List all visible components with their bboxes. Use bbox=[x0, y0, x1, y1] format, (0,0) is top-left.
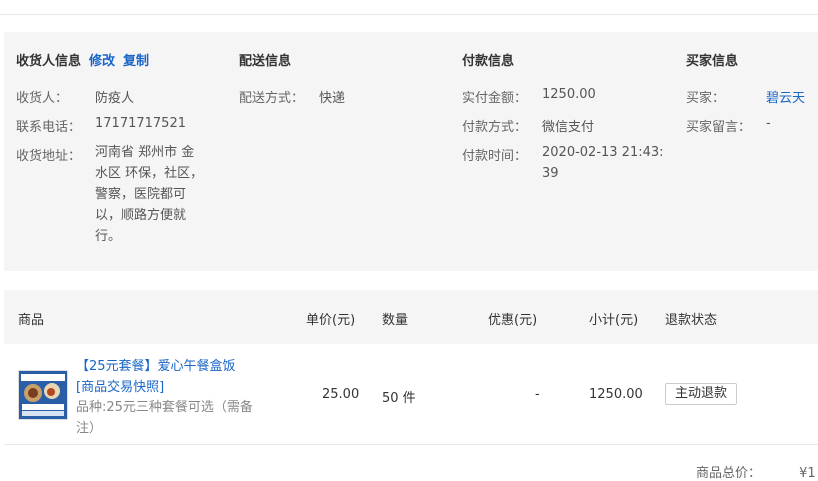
product-title-link[interactable]: 【25元套餐】爱心午餐盒饭 bbox=[76, 359, 236, 374]
quantity-value: 50 件 bbox=[382, 391, 416, 406]
copy-receiver-link[interactable]: 复制 bbox=[123, 54, 149, 69]
receiver-name-label: 收货人： bbox=[16, 91, 69, 106]
receiver-info-title: 收货人信息 bbox=[16, 54, 82, 69]
header-subtotal: 小计(元) bbox=[589, 313, 639, 328]
receiver-name-value: 防疫人 bbox=[95, 91, 135, 106]
discount-value: - bbox=[535, 387, 540, 402]
delivery-method-label: 配送方式： bbox=[239, 91, 305, 106]
header-product: 商品 bbox=[18, 313, 45, 328]
product-spec: 品种:25元三种套餐可选（需备注） bbox=[76, 400, 253, 436]
header-refund-status: 退款状态 bbox=[665, 313, 718, 328]
subtotal-value: 1250.00 bbox=[589, 387, 643, 402]
order-total-row: 商品总价： ¥1 bbox=[696, 462, 816, 481]
order-info-panel: 收货人信息 修改 复制 收货人： 防疫人 联系电话： 17171717521 收货地… bbox=[4, 32, 818, 271]
payment-method-label: 付款方式： bbox=[462, 120, 528, 135]
total-value: ¥1 bbox=[799, 466, 816, 481]
buyer-name-link[interactable]: 碧云天 bbox=[766, 87, 805, 106]
receiver-phone-value: 17171717521 bbox=[95, 116, 186, 131]
receiver-phone-label: 联系电话： bbox=[16, 120, 82, 135]
unit-price-value: 25.00 bbox=[322, 387, 360, 402]
edit-receiver-link[interactable]: 修改 bbox=[89, 54, 115, 69]
payment-time-label: 付款时间： bbox=[462, 149, 528, 164]
product-thumbnail[interactable] bbox=[18, 370, 68, 420]
product-image bbox=[19, 371, 67, 419]
payment-amount-value: 1250.00 bbox=[542, 87, 596, 102]
table-row: 【25元套餐】爱心午餐盒饭 [商品交易快照] 品种:25元三种套餐可选（需备注）… bbox=[4, 344, 818, 445]
receiver-address-value: 河南省 郑州市 金水区 环保，社区，警察，医院都可以，顺路方便就行。 bbox=[95, 145, 204, 244]
buyer-note-value: - bbox=[766, 116, 771, 131]
buyer-note-label: 买家留言： bbox=[686, 120, 752, 135]
total-label: 商品总价： bbox=[696, 466, 762, 481]
buyer-info-title: 买家信息 bbox=[686, 54, 739, 69]
header-discount: 优惠(元) bbox=[488, 313, 538, 328]
proactive-refund-button[interactable]: 主动退款 bbox=[665, 383, 738, 405]
buyer-name-label: 买家： bbox=[686, 91, 726, 106]
payment-amount-label: 实付金额： bbox=[462, 91, 528, 106]
header-quantity: 数量 bbox=[382, 313, 409, 328]
delivery-method-value: 快递 bbox=[319, 91, 346, 106]
top-divider bbox=[0, 0, 818, 15]
delivery-info-title: 配送信息 bbox=[239, 54, 292, 69]
transaction-snapshot-link[interactable]: [商品交易快照] bbox=[76, 380, 164, 395]
order-items-table-header: 商品 单价(元) 数量 优惠(元) 小计(元) 退款状态 bbox=[4, 290, 818, 344]
receiver-address-label: 收货地址： bbox=[16, 149, 82, 164]
payment-info-title: 付款信息 bbox=[462, 54, 515, 69]
payment-method-value: 微信支付 bbox=[542, 120, 595, 135]
payment-time-value: 2020-02-13 21:43:39 bbox=[542, 145, 664, 181]
header-unit-price: 单价(元) bbox=[306, 313, 356, 328]
